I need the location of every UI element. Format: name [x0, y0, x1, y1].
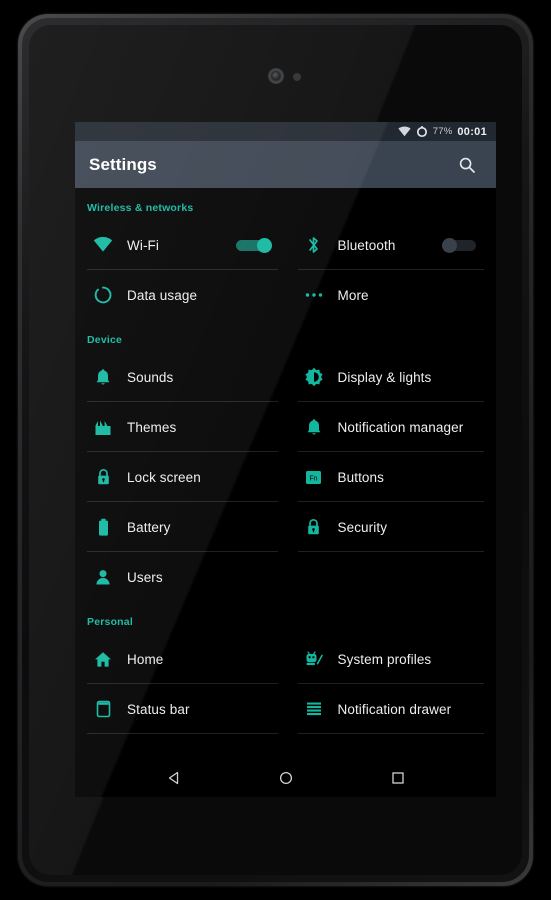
settings-item-users[interactable]: Users [87, 552, 286, 602]
toggle-thumb [256, 238, 272, 253]
settings-item-display-lights[interactable]: Display & lights [286, 352, 485, 402]
fn-key-icon: Fn [298, 469, 330, 486]
wifi-icon [87, 237, 119, 253]
settings-list: Wireless & networks Wi-Fi Bluetooth Data… [75, 188, 496, 758]
section-grid-personal: Home System profiles Status bar Notifica… [87, 634, 484, 734]
proximity-sensor [292, 73, 301, 81]
section-grid-wireless: Wi-Fi Bluetooth Data usage More [87, 220, 484, 320]
wifi-toggle[interactable] [235, 238, 272, 253]
status-bar-icon [87, 700, 119, 718]
settings-item-label: Status bar [127, 701, 190, 717]
drawer-lines-icon [298, 701, 330, 718]
settings-item-lock-screen[interactable]: Lock screen [87, 452, 286, 502]
front-camera [268, 69, 283, 83]
settings-item-buttons[interactable]: Fn Buttons [286, 452, 485, 502]
settings-item-system-profiles[interactable]: System profiles [286, 634, 485, 684]
themes-icon [87, 419, 119, 436]
settings-item-label: Data usage [127, 287, 198, 303]
brightness-icon [298, 367, 330, 387]
settings-item-label: Themes [127, 419, 177, 435]
settings-item-label: Sounds [127, 369, 174, 385]
tablet-screen: 77% 00:01 Settings Wireless & networks W… [75, 122, 496, 797]
section-header-personal: Personal [87, 616, 133, 628]
lock-icon [298, 518, 330, 536]
settings-item-home[interactable]: Home [87, 634, 286, 684]
wifi-icon [398, 126, 411, 137]
device-inner-frame: 77% 00:01 Settings Wireless & networks W… [22, 18, 529, 882]
settings-item-label: Home [127, 651, 164, 667]
bluetooth-toggle[interactable] [442, 238, 478, 253]
action-bar: Settings [75, 141, 496, 188]
page-title: Settings [89, 154, 157, 174]
person-icon [87, 569, 119, 586]
status-bar: 77% 00:01 [75, 122, 496, 141]
battery-circle-icon [416, 125, 428, 138]
search-icon[interactable] [452, 150, 482, 180]
settings-item-label: Lock screen [127, 469, 201, 485]
status-bar-clock: 00:01 [457, 125, 487, 138]
settings-item-bluetooth[interactable]: Bluetooth [286, 220, 485, 270]
section-header-device: Device [87, 334, 123, 346]
settings-item-security[interactable]: Security [286, 502, 485, 552]
recents-square-icon[interactable] [381, 761, 415, 795]
tablet-device-frame: 77% 00:01 Settings Wireless & networks W… [18, 14, 533, 886]
lock-icon [87, 468, 119, 486]
home-circle-icon[interactable] [269, 761, 303, 795]
settings-item-label: Bluetooth [337, 237, 396, 253]
toggle-thumb [442, 238, 457, 253]
battery-icon [87, 518, 119, 537]
android-profile-icon [298, 650, 330, 668]
settings-item-wifi[interactable]: Wi-Fi [87, 220, 286, 270]
settings-item-label: Security [337, 519, 388, 535]
settings-item-label: Buttons [337, 469, 384, 485]
data-usage-icon [87, 286, 119, 304]
settings-item-status-bar[interactable]: Status bar [87, 684, 286, 734]
settings-item-empty [286, 552, 485, 602]
settings-item-label: More [337, 287, 369, 303]
settings-item-notification-drawer[interactable]: Notification drawer [286, 684, 485, 734]
svg-text:Fn: Fn [309, 475, 317, 482]
settings-item-battery[interactable]: Battery [87, 502, 286, 552]
bell-icon [298, 418, 330, 436]
bell-icon [87, 368, 119, 386]
settings-item-label: Notification manager [337, 419, 464, 435]
settings-item-themes[interactable]: Themes [87, 402, 286, 452]
settings-item-label: Wi-Fi [127, 237, 159, 253]
settings-item-label: Display & lights [337, 369, 432, 385]
battery-percent-label: 77% [432, 126, 453, 137]
settings-item-label: System profiles [337, 651, 432, 667]
back-triangle-icon[interactable] [157, 761, 191, 795]
settings-item-label: Battery [127, 519, 171, 535]
section-grid-device: Sounds Display & lights Themes Notificat… [87, 352, 484, 602]
settings-item-notification-manager[interactable]: Notification manager [286, 402, 485, 452]
camera-lens [271, 72, 280, 80]
settings-item-label: Users [127, 569, 163, 585]
bluetooth-icon [298, 235, 330, 255]
device-bezel: 77% 00:01 Settings Wireless & networks W… [29, 25, 522, 875]
settings-item-more[interactable]: More [286, 270, 485, 320]
more-dots-icon [298, 292, 330, 298]
settings-item-label: Notification drawer [337, 701, 452, 717]
section-header-wireless: Wireless & networks [87, 202, 194, 214]
home-icon [87, 651, 119, 668]
settings-item-data-usage[interactable]: Data usage [87, 270, 286, 320]
settings-item-sounds[interactable]: Sounds [87, 352, 286, 402]
navigation-bar [75, 758, 496, 797]
